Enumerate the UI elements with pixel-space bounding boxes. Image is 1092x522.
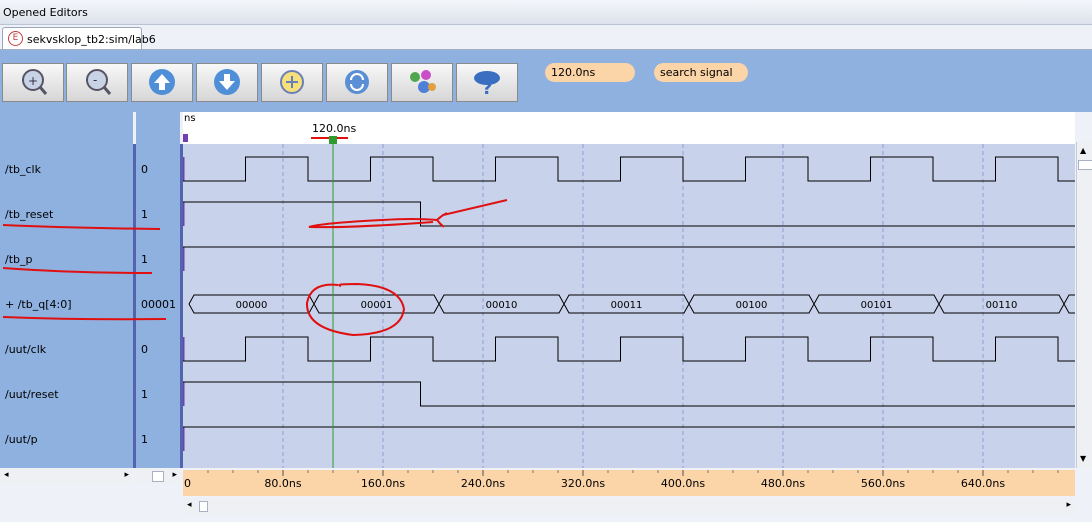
tab-row: E sekvsklop_tb2:sim/lab6 [0, 25, 1092, 50]
time-axis-canvas: 0 80.0ns 160.0ns 240.0ns 320.0ns 400.0ns 480.0… [184, 470, 1059, 490]
svg-text:+: + [28, 74, 38, 88]
cursor-time-label: 120.0ns [312, 122, 357, 135]
bus-value-label: 00000 [236, 300, 268, 311]
time-ruler[interactable]: ns 120.0ns [183, 112, 1075, 144]
axis-tick-label: 240.0ns [461, 477, 505, 490]
axis-tick-label: 560.0ns [861, 477, 905, 490]
axis-tick-label: 400.0ns [661, 477, 705, 490]
help-icon: ? [474, 71, 500, 97]
annotation-underline [2, 224, 161, 230]
molecule-icon [410, 70, 436, 93]
editor-tab-label: sekvsklop_tb2:sim/lab6 [27, 33, 156, 46]
cursor-handle[interactable] [329, 136, 337, 144]
bus-value-label: 00010 [486, 300, 518, 311]
scroll-left-icon[interactable]: ◂ [4, 470, 9, 480]
molecule-button[interactable] [391, 63, 453, 102]
bus-value-label: 00100 [736, 300, 768, 311]
axis-tick-label: 0 [184, 477, 191, 490]
vertical-scrollbar[interactable]: ▲ ▼ [1076, 142, 1092, 468]
arrow-down-icon [214, 69, 240, 95]
axis-tick-label: 640.0ns [961, 477, 1005, 490]
time-axis: 0 80.0ns 160.0ns 240.0ns 320.0ns 400.0ns 480.0… [183, 470, 1075, 496]
scroll-right-icon[interactable]: ▸ [1066, 500, 1071, 510]
zoom-fit-button[interactable] [261, 63, 323, 102]
title-bar-label: Opened Editors [3, 6, 88, 19]
axis-tick-label: 320.0ns [561, 477, 605, 490]
bus-value-label: 00001 [361, 300, 393, 311]
toolbar: + - ? 120.0ns search signal [0, 50, 1092, 112]
zoom-out-button[interactable]: - [66, 63, 128, 102]
zoom-in-button[interactable]: + [2, 63, 64, 102]
previous-signal-button[interactable] [131, 63, 193, 102]
names-scrollbar[interactable]: ◂ ▸ [0, 468, 133, 484]
waveform-canvas: 00000 00001 00010 00011 00100 00101 00110 [183, 144, 1075, 468]
search-signal-field[interactable]: search signal [654, 63, 748, 82]
bus-value-label: 00110 [986, 300, 1018, 311]
arrow-up-icon [149, 69, 175, 95]
signal-trace [183, 201, 1075, 227]
annotation-underlines [2, 224, 167, 321]
svg-text:?: ? [482, 78, 492, 97]
bus-segment [1063, 294, 1075, 314]
values-scrollbar[interactable]: ▸ [136, 468, 180, 484]
annotation-line [308, 218, 438, 229]
svg-text:-: - [93, 73, 97, 87]
horizontal-scrollbar[interactable]: ◂ ▸ [183, 498, 1075, 514]
zoom-fit-icon [280, 70, 304, 94]
ruler-start-marker [183, 134, 188, 142]
scroll-thumb[interactable] [152, 471, 164, 482]
ruler-unit: ns [184, 113, 196, 124]
title-bar: Opened Editors [0, 0, 1092, 25]
axis-tick-label: 160.0ns [361, 477, 405, 490]
editor-icon: E [8, 31, 23, 46]
refresh-button[interactable] [326, 63, 388, 102]
scroll-down-icon[interactable]: ▼ [1080, 454, 1086, 463]
annotation-arrow [436, 199, 508, 228]
cursor-time-field[interactable]: 120.0ns [545, 63, 635, 82]
scroll-left-icon[interactable]: ◂ [187, 500, 192, 510]
zoom-in-icon: + [22, 69, 48, 95]
annotation-underline [2, 316, 167, 321]
scroll-up-icon[interactable]: ▲ [1080, 146, 1086, 155]
signal-trace [183, 336, 1075, 362]
scroll-thumb[interactable] [1078, 160, 1092, 170]
axis-tick-label: 80.0ns [264, 477, 301, 490]
waveform-area[interactable]: 00000 00001 00010 00011 00100 00101 00110 [183, 144, 1075, 468]
signal-trace [183, 381, 1075, 407]
scroll-thumb[interactable] [199, 501, 208, 512]
axis-tick-label: 480.0ns [761, 477, 805, 490]
editor-tab[interactable]: E sekvsklop_tb2:sim/lab6 [2, 27, 156, 49]
scroll-right-icon[interactable]: ▸ [124, 470, 129, 480]
help-button[interactable]: ? [456, 63, 518, 102]
bus-value-label: 00011 [611, 300, 643, 311]
scroll-right-icon[interactable]: ▸ [172, 470, 177, 480]
bus-value-label: 00101 [861, 300, 893, 311]
signal-trace [183, 156, 1075, 182]
zoom-out-icon: - [86, 69, 112, 95]
refresh-icon [345, 70, 369, 94]
next-signal-button[interactable] [196, 63, 258, 102]
annotation-underline [2, 267, 153, 274]
